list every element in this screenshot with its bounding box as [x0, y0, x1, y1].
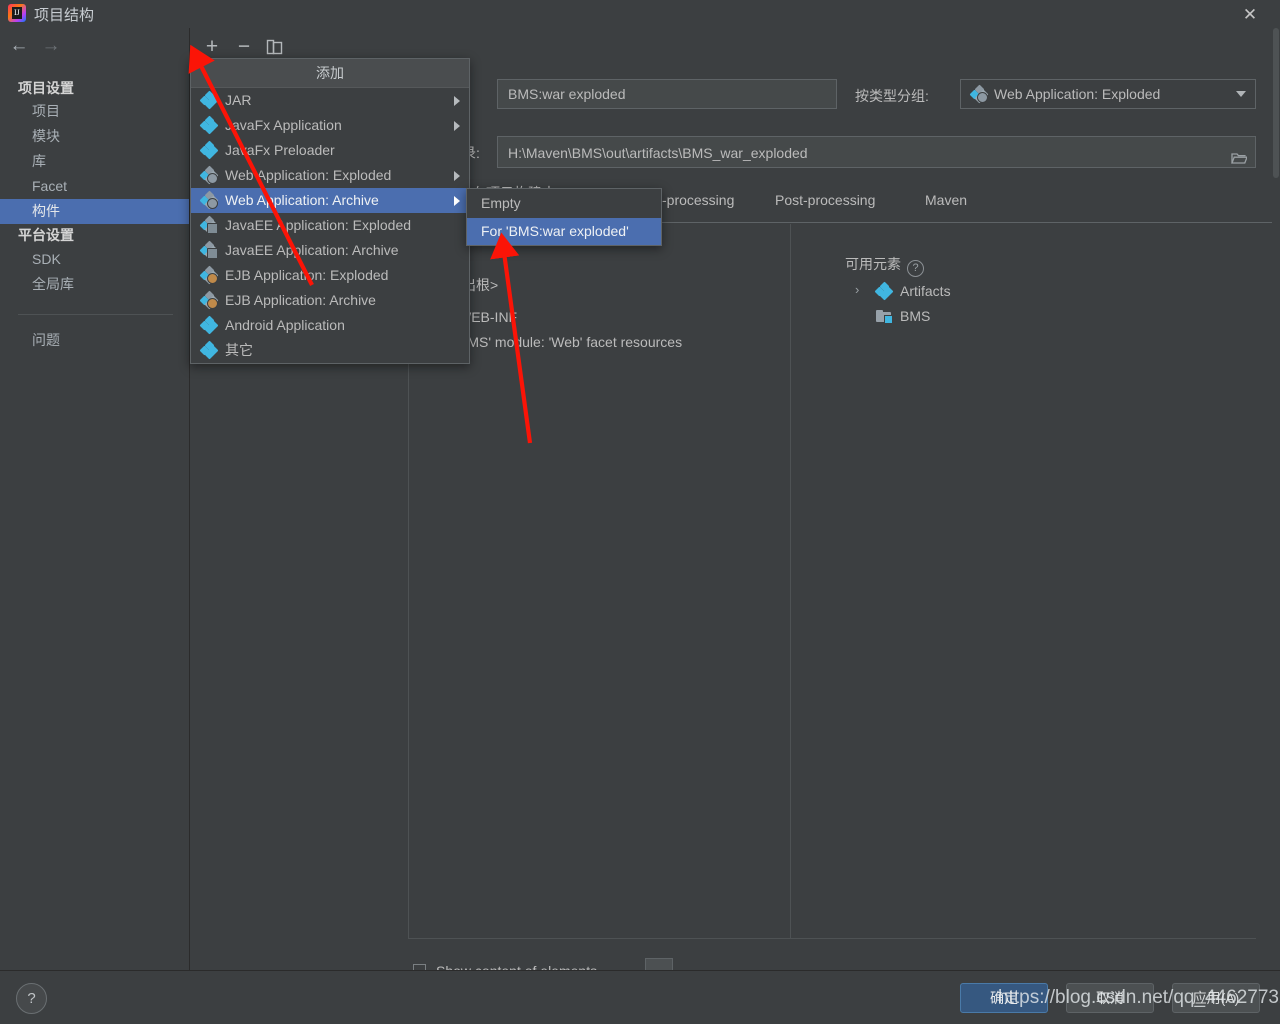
close-icon[interactable]: ✕: [1236, 2, 1264, 26]
sidebar-group-project-settings: 项目设置: [18, 80, 74, 96]
chevron-right-icon: [454, 171, 460, 181]
menu-item-label: 其它: [225, 342, 253, 358]
intellij-logo-letters: IJ: [14, 8, 20, 17]
vertical-scrollbar[interactable]: [1272, 28, 1280, 970]
bottom-divider: [408, 938, 1256, 939]
sidebar-item-problems[interactable]: 问题: [0, 328, 189, 353]
tree-node-artifacts[interactable]: Artifacts: [874, 281, 951, 301]
menu-item-label: JAR: [225, 92, 252, 108]
menu-item-label: Android Application: [225, 317, 345, 333]
artifact-name-input[interactable]: BMS:war exploded: [497, 79, 837, 109]
window-title: 项目结构: [34, 7, 95, 24]
copy-icon: [266, 39, 282, 54]
menu-item-label: Web Application: Exploded: [225, 167, 392, 183]
scrollbar-thumb[interactable]: [1273, 28, 1279, 178]
artifact-icon: [199, 90, 219, 110]
project-structure-dialog: IJ 项目结构 ✕ ← → 项目设置 项目 模块 库 Facet 构件 平台设置…: [0, 0, 1280, 1024]
chevron-right-icon: [454, 96, 460, 106]
web-artifact-icon: [199, 165, 219, 185]
chevron-right-icon: [454, 196, 460, 206]
output-directory-value: H:\Maven\BMS\out\artifacts\BMS_war_explo…: [508, 145, 808, 161]
facet-resources-line[interactable]: BMS' module: 'Web' facet resources: [458, 334, 682, 350]
menu-item-jar[interactable]: JAR: [191, 88, 469, 113]
menu-item-android-application[interactable]: Android Application: [191, 313, 469, 338]
menu-item-label: Web Application: Archive: [225, 192, 379, 208]
sidebar-item-facets[interactable]: Facet: [0, 174, 189, 199]
content-split-divider[interactable]: [790, 224, 791, 938]
web-artifact-icon: [199, 190, 219, 210]
javaee-artifact-icon: [199, 215, 219, 235]
javaee-artifact-icon: [199, 240, 219, 260]
help-button[interactable]: ?: [16, 983, 47, 1014]
artifact-icon: [199, 315, 219, 335]
menu-item-label: JavaFx Application: [225, 117, 342, 133]
tab-pre-processing[interactable]: -processing: [662, 192, 734, 208]
web-application-archive-submenu: Empty For 'BMS:war exploded': [466, 188, 662, 246]
available-elements-label: 可用元素: [845, 256, 901, 272]
tab-post-processing[interactable]: Post-processing: [775, 192, 875, 208]
sidebar-item-modules[interactable]: 模块: [0, 124, 189, 149]
menu-item-label: JavaEE Application: Exploded: [225, 217, 412, 233]
sidebar-item-artifacts[interactable]: 构件: [0, 199, 189, 224]
available-elements-title: 可用元素?: [845, 254, 924, 277]
menu-item-web-application-archive[interactable]: Web Application: Archive: [191, 188, 469, 213]
chevron-right-icon: [454, 121, 460, 131]
back-icon[interactable]: ←: [8, 36, 30, 56]
chevron-down-icon: [1236, 91, 1246, 97]
menu-item-javafx-application[interactable]: JavaFx Application: [191, 113, 469, 138]
ejb-artifact-icon: [199, 290, 219, 310]
menu-item-label: EJB Application: Exploded: [225, 267, 389, 283]
menu-item-javafx-preloader[interactable]: JavaFx Preloader: [191, 138, 469, 163]
sidebar-divider: [18, 314, 173, 315]
remove-artifact-button[interactable]: −: [233, 36, 255, 58]
help-icon[interactable]: ?: [907, 260, 924, 277]
menu-item-other[interactable]: 其它: [191, 338, 469, 363]
tree-node-bms-label: BMS: [900, 308, 931, 324]
sidebar-item-project[interactable]: 项目: [0, 99, 189, 124]
artifacts-node-chevron-icon[interactable]: ›: [855, 282, 859, 297]
sidebar-item-sdks[interactable]: SDK: [0, 247, 189, 272]
group-by-value: Web Application: Exploded: [994, 86, 1161, 102]
menu-item-javaee-application-exploded[interactable]: JavaEE Application: Exploded: [191, 213, 469, 238]
menu-item-ejb-application-exploded[interactable]: EJB Application: Exploded: [191, 263, 469, 288]
sidebar-nav: ← →: [0, 28, 189, 64]
copy-artifact-button[interactable]: [263, 36, 285, 58]
tab-maven[interactable]: Maven: [925, 192, 967, 208]
sidebar-group-platform-settings: 平台设置: [18, 227, 74, 243]
menu-item-label: JavaFx Preloader: [225, 142, 335, 158]
add-artifact-button[interactable]: +: [201, 36, 223, 58]
intellij-logo-icon: IJ: [8, 4, 26, 22]
sidebar-item-global-libraries[interactable]: 全局库: [0, 272, 189, 297]
menu-item-ejb-application-archive[interactable]: EJB Application: Archive: [191, 288, 469, 313]
tree-node-bms[interactable]: BMS: [876, 308, 930, 324]
folder-module-icon: [876, 310, 893, 324]
csdn-watermark: https://blog.csdn.net/qq_44627732: [998, 987, 1280, 1008]
ejb-artifact-icon: [199, 265, 219, 285]
artifact-icon: [199, 115, 219, 135]
tree-node-artifacts-label: Artifacts: [900, 283, 951, 299]
sidebar-item-libraries[interactable]: 库: [0, 149, 189, 174]
artifact-icon: [874, 281, 894, 301]
group-by-select[interactable]: Web Application: Exploded: [960, 79, 1256, 109]
add-artifact-menu: 添加 JAR JavaFx Application JavaFx Preload…: [190, 58, 470, 364]
submenu-item-empty[interactable]: Empty: [467, 189, 661, 218]
add-menu-title: 添加: [191, 59, 469, 88]
artifact-icon: [199, 140, 219, 160]
window-titlebar: IJ 项目结构 ✕: [0, 0, 1280, 28]
settings-sidebar: ← → 项目设置 项目 模块 库 Facet 构件 平台设置 SDK 全局库 问…: [0, 28, 190, 970]
group-by-label: 按类型分组:: [855, 88, 929, 104]
forward-icon[interactable]: →: [40, 36, 62, 56]
artifact-icon: [199, 340, 219, 360]
web-artifact-icon: [969, 84, 989, 104]
submenu-item-for-bms-war-exploded[interactable]: For 'BMS:war exploded': [467, 218, 661, 245]
menu-item-label: JavaEE Application: Archive: [225, 242, 399, 258]
menu-item-web-application-exploded[interactable]: Web Application: Exploded: [191, 163, 469, 188]
output-directory-input[interactable]: H:\Maven\BMS\out\artifacts\BMS_war_explo…: [497, 136, 1256, 168]
menu-item-label: EJB Application: Archive: [225, 292, 376, 308]
menu-item-javaee-application-archive[interactable]: JavaEE Application: Archive: [191, 238, 469, 263]
browse-folder-icon[interactable]: [1231, 144, 1248, 164]
